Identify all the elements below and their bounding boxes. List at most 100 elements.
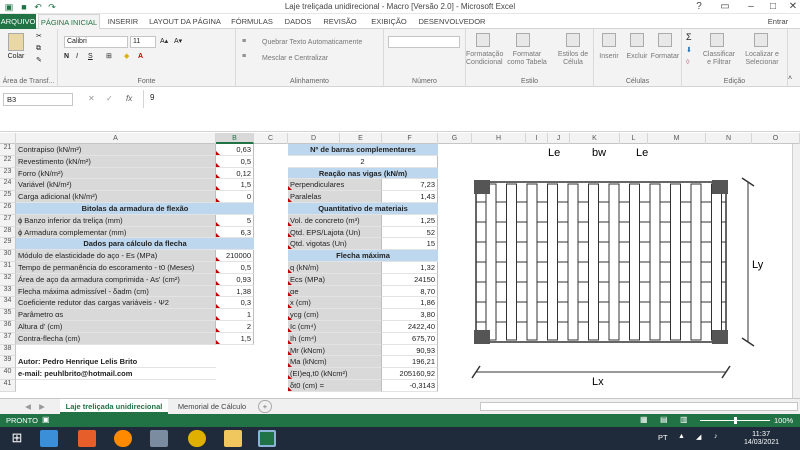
parameter-label[interactable]: Variável (kN/m²) xyxy=(16,179,216,192)
clear-icon[interactable]: ◊ xyxy=(686,59,689,67)
media-player-icon[interactable] xyxy=(78,430,96,447)
result-value[interactable]: 90,93 xyxy=(382,344,438,357)
result-value[interactable]: 1,86 xyxy=(382,297,438,310)
tab-review[interactable]: REVISÃO xyxy=(319,14,361,29)
column-header[interactable]: B xyxy=(216,133,254,144)
result-value[interactable]: 1,43 xyxy=(382,191,438,203)
row-header[interactable]: 38 xyxy=(0,344,16,357)
parameter-label[interactable]: Forro (kN/m²) xyxy=(16,167,216,180)
column-header[interactable]: G xyxy=(438,133,472,144)
result-label[interactable]: δt0 (cm) = xyxy=(288,380,382,392)
column-header[interactable]: F xyxy=(382,133,438,144)
tab-data[interactable]: DADOS xyxy=(280,14,316,29)
horizontal-scrollbar[interactable] xyxy=(480,402,798,411)
borders-icon[interactable]: ⊞ xyxy=(106,53,112,61)
parameter-label[interactable]: ϕ Banzo inferior da treliça (mm) xyxy=(16,214,216,227)
column-header[interactable]: H xyxy=(472,133,526,144)
italic-icon[interactable]: I xyxy=(76,53,78,61)
row-header[interactable]: 39 xyxy=(0,356,16,369)
underline-icon[interactable]: S xyxy=(88,53,93,61)
fill-icon[interactable]: ⬇ xyxy=(686,47,692,55)
start-icon[interactable]: ⊞ xyxy=(8,430,26,447)
parameter-value[interactable]: 1,38 xyxy=(216,285,254,298)
result-label[interactable]: x (cm) xyxy=(288,297,382,310)
insert-function-icon[interactable]: fx xyxy=(126,94,132,103)
result-value[interactable]: 52 xyxy=(382,226,438,239)
column-header[interactable]: O xyxy=(752,133,800,144)
zoom-level[interactable]: 100% xyxy=(774,416,793,425)
find-select-icon[interactable] xyxy=(754,33,768,47)
parameter-label[interactable]: Revestimento (kN/m²) xyxy=(16,155,216,168)
tab-file[interactable]: ARQUIVO xyxy=(0,14,36,29)
result-value[interactable]: 2422,40 xyxy=(382,321,438,333)
result-value[interactable]: -0,3143 xyxy=(382,380,438,392)
result-label[interactable]: Ic (cm⁴) xyxy=(288,321,382,333)
vertical-scrollbar[interactable] xyxy=(792,144,800,398)
page-break-view-icon[interactable]: ▥ xyxy=(680,415,688,424)
firefox-icon[interactable] xyxy=(114,430,132,447)
column-header[interactable]: I xyxy=(526,133,548,144)
result-value[interactable]: 196,21 xyxy=(382,356,438,369)
parameter-value[interactable]: 0,3 xyxy=(216,297,254,310)
parameter-value[interactable]: 0,93 xyxy=(216,273,254,286)
shrink-font-icon[interactable]: A▾ xyxy=(174,38,182,46)
column-header[interactable]: M xyxy=(648,133,706,144)
find-select-button[interactable]: Localizar e Selecionar xyxy=(740,51,784,67)
cell-styles-icon[interactable] xyxy=(566,33,580,47)
parameter-value[interactable]: 6,3 xyxy=(216,226,254,239)
sign-in-link[interactable]: Entrar xyxy=(760,14,796,29)
result-value[interactable]: 7,23 xyxy=(382,179,438,192)
parameter-label[interactable]: ϕ Armadura complementar (mm) xyxy=(16,226,216,239)
result-value[interactable]: 675,70 xyxy=(382,332,438,345)
result-value[interactable]: 15 xyxy=(382,238,438,251)
parameter-label[interactable]: Parâmetro αs xyxy=(16,309,216,321)
result-label[interactable]: Ih (cm⁴) xyxy=(288,332,382,345)
column-header[interactable]: K xyxy=(570,133,620,144)
parameter-value[interactable]: 0,5 xyxy=(216,262,254,274)
cut-icon[interactable]: ✂ xyxy=(36,33,42,41)
tab-page-layout[interactable]: LAYOUT DA PÁGINA xyxy=(145,14,225,29)
result-label[interactable]: q (kN/m) xyxy=(288,262,382,274)
tab-view[interactable]: EXIBIÇÃO xyxy=(364,14,414,29)
format-painter-icon[interactable]: ✎ xyxy=(36,57,42,65)
collapse-ribbon-icon[interactable]: ˄ xyxy=(788,75,792,83)
result-label[interactable]: Paralelas xyxy=(288,191,382,203)
result-label[interactable]: Qtd. vigotas (Un) xyxy=(288,238,382,251)
row-header[interactable]: 27 xyxy=(0,214,16,227)
tab-formulas[interactable]: FÓRMULAS xyxy=(228,14,276,29)
parameter-label[interactable]: Flecha máxima admissível - δadm (cm) xyxy=(16,285,216,298)
number-format-select[interactable] xyxy=(388,36,460,48)
row-header[interactable]: 22 xyxy=(0,155,16,168)
align-top-icon[interactable]: ≡ xyxy=(242,38,246,46)
printer-icon[interactable] xyxy=(150,430,168,447)
parameter-value[interactable]: 0,63 xyxy=(216,144,254,156)
format-cells-icon[interactable] xyxy=(658,33,672,47)
parameter-label[interactable]: Área de aço da armadura comprimida - As'… xyxy=(16,273,216,286)
paste-icon[interactable] xyxy=(8,33,24,51)
delete-cells-icon[interactable] xyxy=(630,33,644,47)
insert-cells-icon[interactable] xyxy=(602,33,616,47)
row-header[interactable]: 21 xyxy=(0,144,16,156)
row-header[interactable]: 33 xyxy=(0,285,16,298)
column-header[interactable]: N xyxy=(706,133,752,144)
row-header[interactable]: 28 xyxy=(0,226,16,239)
row-header[interactable]: 37 xyxy=(0,332,16,345)
column-header[interactable]: E xyxy=(340,133,382,144)
parameter-value[interactable]: 210000 xyxy=(216,250,254,262)
row-header[interactable]: 25 xyxy=(0,191,16,203)
format-cells-button[interactable]: Formatar xyxy=(650,53,680,61)
row-header[interactable]: 23 xyxy=(0,167,16,180)
volume-icon[interactable]: ♪ xyxy=(714,433,718,440)
parameter-label[interactable]: Contra-flecha (cm) xyxy=(16,332,216,345)
result-value[interactable]: 1,32 xyxy=(382,262,438,274)
sheet-tab-laje[interactable]: Laje treliçada unidirecional xyxy=(60,399,168,414)
row-header[interactable]: 30 xyxy=(0,250,16,262)
sort-filter-button[interactable]: Classificar e Filtrar xyxy=(700,51,738,67)
tab-developer[interactable]: DESENVOLVEDOR xyxy=(418,14,486,29)
cancel-icon[interactable]: ✕ xyxy=(88,94,95,103)
wrap-text-button[interactable]: Quebrar Texto Automaticamente xyxy=(262,39,362,47)
parameter-value[interactable]: 1,5 xyxy=(216,332,254,345)
excel-taskbar-icon[interactable] xyxy=(258,430,276,447)
result-value[interactable]: 24150 xyxy=(382,273,438,286)
insert-cells-button[interactable]: Inserir xyxy=(596,53,622,61)
